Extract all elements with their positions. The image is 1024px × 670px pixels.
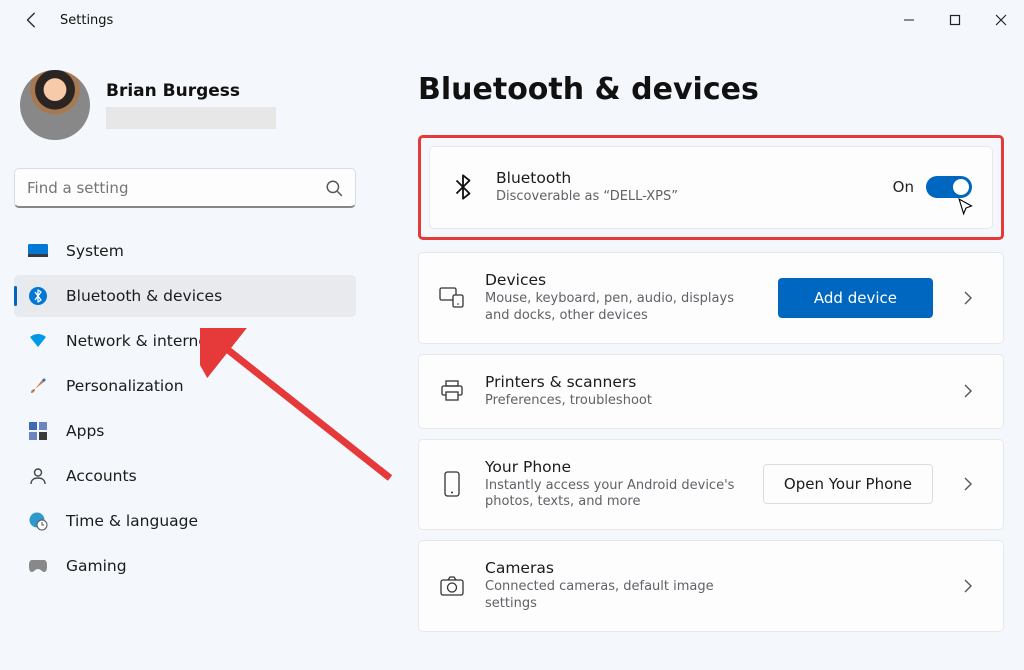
user-profile[interactable]: Brian Burgess <box>14 70 356 140</box>
search-input[interactable] <box>27 179 325 197</box>
annotation-highlight-box: Bluetooth Discoverable as “DELL-XPS” On <box>418 135 1004 240</box>
your-phone-card[interactable]: Your Phone Instantly access your Android… <box>418 439 1004 531</box>
wifi-icon <box>28 331 48 351</box>
bluetooth-icon <box>28 286 48 306</box>
sidebar-item-label: Personalization <box>66 377 184 395</box>
sidebar-item-label: System <box>66 242 124 260</box>
arrow-left-icon <box>23 11 41 29</box>
cameras-card[interactable]: Cameras Connected cameras, default image… <box>418 540 1004 632</box>
nav-list: System Bluetooth & devices Network & int… <box>14 230 356 587</box>
sidebar-item-label: Gaming <box>66 557 127 575</box>
sidebar-item-apps[interactable]: Apps <box>14 410 356 452</box>
card-title: Your Phone <box>485 458 743 476</box>
bluetooth-toggle-card: Bluetooth Discoverable as “DELL-XPS” On <box>429 146 993 229</box>
search-icon <box>325 179 343 197</box>
camera-icon <box>439 576 465 596</box>
phone-icon <box>439 471 465 497</box>
add-device-button[interactable]: Add device <box>778 278 933 318</box>
open-your-phone-button[interactable]: Open Your Phone <box>763 464 933 504</box>
minimize-icon <box>903 14 915 26</box>
window-controls <box>886 0 1024 40</box>
profile-email-redacted <box>106 107 276 129</box>
chevron-right-icon <box>961 477 975 491</box>
sidebar-item-label: Accounts <box>66 467 137 485</box>
avatar <box>20 70 90 140</box>
sidebar-item-label: Apps <box>66 422 104 440</box>
titlebar: Settings <box>0 0 1024 40</box>
card-subtitle: Discoverable as “DELL-XPS” <box>496 189 756 206</box>
gamepad-icon <box>28 556 48 576</box>
printer-icon <box>439 380 465 402</box>
mouse-cursor-icon <box>958 198 976 216</box>
bluetooth-icon <box>450 174 476 200</box>
sidebar-item-personalization[interactable]: Personalization <box>14 365 356 407</box>
chevron-right-icon <box>961 384 975 398</box>
minimize-button[interactable] <box>886 0 932 40</box>
sidebar-item-label: Time & language <box>66 512 198 530</box>
close-icon <box>995 14 1007 26</box>
main-content: Bluetooth & devices Bluetooth Discoverab… <box>370 40 1024 670</box>
search-input-wrapper[interactable] <box>14 168 356 208</box>
chevron-right-icon <box>961 291 975 305</box>
sidebar-item-gaming[interactable]: Gaming <box>14 545 356 587</box>
globe-clock-icon <box>28 511 48 531</box>
sidebar-item-system[interactable]: System <box>14 230 356 272</box>
chevron-right-icon <box>961 579 975 593</box>
devices-card[interactable]: Devices Mouse, keyboard, pen, audio, dis… <box>418 252 1004 344</box>
card-title: Bluetooth <box>496 169 873 187</box>
sidebar-item-time-language[interactable]: Time & language <box>14 500 356 542</box>
card-title: Cameras <box>485 559 933 577</box>
card-subtitle: Preferences, troubleshoot <box>485 393 745 410</box>
card-title: Devices <box>485 271 758 289</box>
paintbrush-icon <box>28 376 48 396</box>
back-button[interactable] <box>20 8 44 32</box>
person-icon <box>28 466 48 486</box>
sidebar-item-label: Bluetooth & devices <box>66 287 222 305</box>
card-subtitle: Mouse, keyboard, pen, audio, displays an… <box>485 291 745 325</box>
page-title: Bluetooth & devices <box>418 72 1004 107</box>
devices-icon <box>439 287 465 309</box>
card-subtitle: Connected cameras, default image setting… <box>485 579 745 613</box>
profile-name: Brian Burgess <box>106 81 276 101</box>
app-title: Settings <box>60 13 113 28</box>
printers-scanners-card[interactable]: Printers & scanners Preferences, trouble… <box>418 354 1004 429</box>
maximize-button[interactable] <box>932 0 978 40</box>
sidebar: Brian Burgess System Bluetooth & devices… <box>0 40 370 670</box>
sidebar-item-accounts[interactable]: Accounts <box>14 455 356 497</box>
apps-icon <box>28 421 48 441</box>
sidebar-item-label: Network & internet <box>66 332 214 350</box>
toggle-switch[interactable] <box>926 176 972 198</box>
maximize-icon <box>949 14 961 26</box>
card-subtitle: Instantly access your Android device's p… <box>485 478 743 512</box>
display-icon <box>28 241 48 261</box>
close-button[interactable] <box>978 0 1024 40</box>
sidebar-item-network-internet[interactable]: Network & internet <box>14 320 356 362</box>
card-title: Printers & scanners <box>485 373 933 391</box>
toggle-state-label: On <box>893 178 914 196</box>
bluetooth-toggle[interactable]: On <box>893 176 972 198</box>
sidebar-item-bluetooth-devices[interactable]: Bluetooth & devices <box>14 275 356 317</box>
